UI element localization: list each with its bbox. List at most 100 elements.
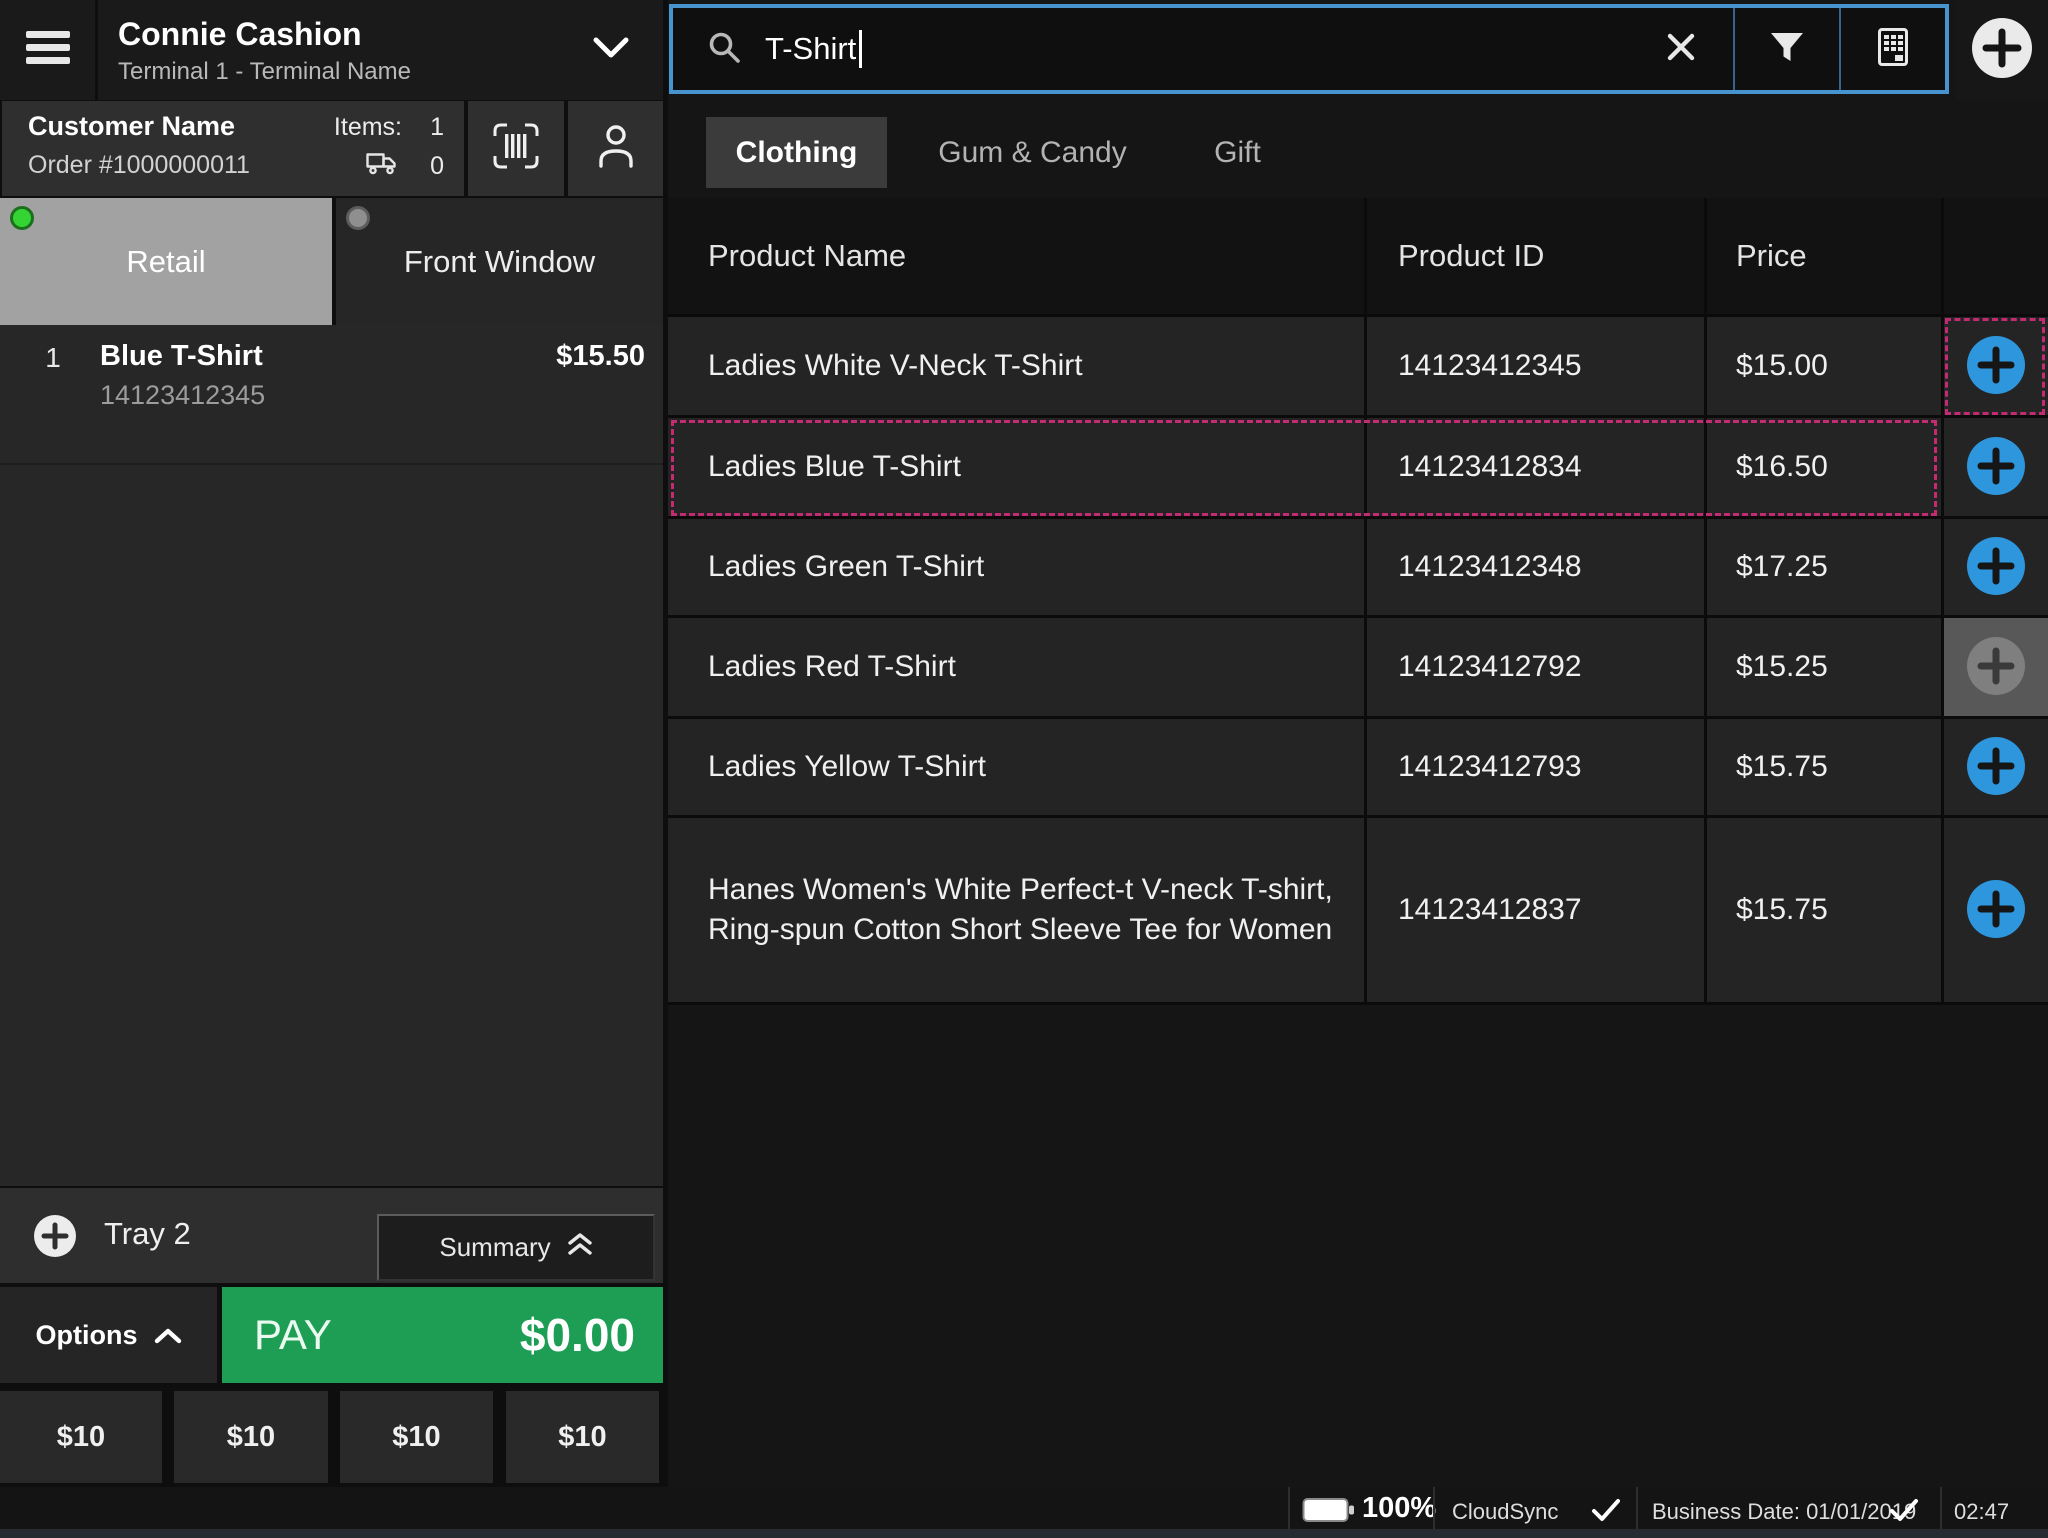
product-search-input[interactable]: T-Shirt <box>669 4 1949 94</box>
quick-cash-button[interactable]: $10 <box>174 1391 328 1483</box>
menu-button[interactable] <box>0 0 98 100</box>
delivery-count: 0 <box>422 152 444 181</box>
battery-percent: 100% <box>1362 1492 1436 1525</box>
keypad-button[interactable] <box>1841 8 1945 90</box>
add-to-order-button[interactable] <box>1965 435 2027 500</box>
tray-tab-front-window[interactable]: Front Window <box>336 198 663 325</box>
product-row[interactable]: Ladies White V-Neck T-Shirt 14123412345 … <box>668 317 2048 418</box>
plus-circle-icon <box>1965 735 2027 800</box>
product-id: 14123412793 <box>1398 719 1698 815</box>
quick-cash-button[interactable]: $10 <box>0 1391 162 1483</box>
tray-tab-label: Retail <box>126 244 205 280</box>
bottom-accent-strip <box>0 1529 2048 1538</box>
double-chevron-up-icon <box>567 1231 593 1264</box>
barcode-scan-button[interactable] <box>468 101 564 196</box>
customer-name: Customer Name <box>28 111 235 142</box>
order-line-sku: 14123412345 <box>100 380 265 411</box>
pay-button[interactable]: PAY $0.00 <box>222 1287 663 1383</box>
product-price: $16.50 <box>1736 418 1926 516</box>
pay-amount: $0.00 <box>520 1308 635 1362</box>
cashier-dropdown-button[interactable] <box>586 30 636 70</box>
product-price: $15.75 <box>1736 719 1926 815</box>
product-name: Hanes Women's White Perfect-t V-neck T-s… <box>708 818 1338 1002</box>
product-id: 14123412834 <box>1398 418 1698 516</box>
product-id: 14123412348 <box>1398 519 1698 615</box>
add-to-order-button[interactable] <box>1965 735 2027 800</box>
category-tab-clothing[interactable]: Clothing <box>706 117 887 188</box>
checkmark-icon <box>1888 1497 1920 1528</box>
plus-circle-icon <box>1965 435 2027 500</box>
status-divider <box>1433 1487 1435 1529</box>
product-row[interactable]: Hanes Women's White Perfect-t V-neck T-s… <box>668 818 2048 1005</box>
product-id: 14123412345 <box>1398 317 1698 415</box>
active-tray-indicator <box>10 206 34 230</box>
order-line[interactable]: 1 Blue T-Shirt 14123412345 $15.50 <box>0 330 663 462</box>
truck-icon <box>366 151 398 182</box>
column-header-product-id: Product ID <box>1398 198 1544 314</box>
pay-label: PAY <box>254 1311 332 1359</box>
product-name: Ladies Yellow T-Shirt <box>708 719 1338 815</box>
customer-tile[interactable]: Customer Name Order #1000000011 Items: 1… <box>2 101 464 196</box>
column-divider <box>1364 198 1367 1005</box>
quick-cash-label: $10 <box>558 1421 606 1454</box>
column-divider <box>1941 198 1944 1005</box>
person-icon <box>596 124 636 173</box>
tray-tab-label: Front Window <box>404 244 595 280</box>
product-row[interactable]: Ladies Green T-Shirt 14123412348 $17.25 <box>668 519 2048 618</box>
quick-cash-button[interactable]: $10 <box>506 1391 659 1483</box>
plus-circle-icon <box>1965 878 2027 943</box>
search-icon <box>707 30 741 69</box>
status-divider <box>1636 1487 1638 1529</box>
status-divider <box>1288 1487 1290 1529</box>
filter-button[interactable] <box>1735 8 1839 90</box>
product-id: 14123412792 <box>1398 618 1698 716</box>
plus-circle-icon <box>1965 334 2027 399</box>
add-tray-button[interactable] <box>32 1213 78 1264</box>
plus-circle-icon <box>1970 16 2034 85</box>
column-header-price: Price <box>1736 198 1807 314</box>
items-count-row: Items: 1 <box>334 113 444 142</box>
order-line-name: Blue T-Shirt <box>100 340 263 373</box>
order-line-qty: 1 <box>36 342 70 374</box>
pos-app: Connie Cashion Terminal 1 - Terminal Nam… <box>0 0 2048 1538</box>
tray-bar: Tray 2 Summary <box>0 1188 663 1283</box>
clear-search-button[interactable] <box>1629 8 1733 90</box>
quick-cash-label: $10 <box>57 1421 105 1454</box>
funnel-icon <box>1769 31 1805 68</box>
product-row[interactable]: Ladies Yellow T-Shirt 14123412793 $15.75 <box>668 719 2048 818</box>
product-name: Ladies Blue T-Shirt <box>708 418 1338 516</box>
summary-button[interactable]: Summary <box>377 1214 655 1281</box>
close-icon <box>1666 32 1696 67</box>
add-to-order-button-pressed[interactable] <box>1965 635 2027 700</box>
product-row[interactable]: Ladies Red T-Shirt 14123412792 $15.25 <box>668 618 2048 719</box>
business-date-label: Business Date: 01/01/2019 <box>1652 1499 1916 1525</box>
quick-cash-button[interactable]: $10 <box>340 1391 493 1483</box>
tray-name: Tray 2 <box>104 1216 191 1252</box>
product-name: Ladies Red T-Shirt <box>708 618 1338 716</box>
category-label: Gum & Candy <box>938 136 1126 170</box>
keypad-icon <box>1878 28 1908 71</box>
product-price: $17.25 <box>1736 519 1926 615</box>
battery-icon <box>1302 1496 1356 1529</box>
plus-circle-icon <box>1965 635 2027 700</box>
order-line-divider <box>0 463 663 465</box>
tray-tab-retail[interactable]: Retail <box>0 198 332 325</box>
category-tab-gum-candy[interactable]: Gum & Candy <box>925 117 1140 188</box>
customer-lookup-button[interactable] <box>568 101 663 196</box>
status-divider <box>1940 1487 1942 1529</box>
add-to-order-button[interactable] <box>1965 334 2027 399</box>
category-tab-gift[interactable]: Gift <box>1175 117 1300 188</box>
plus-circle-icon <box>32 1246 78 1263</box>
options-button[interactable]: Options <box>0 1287 217 1383</box>
add-to-order-button[interactable] <box>1965 535 2027 600</box>
search-value: T-Shirt <box>765 31 856 67</box>
order-line-price: $15.50 <box>556 340 645 373</box>
product-price: $15.75 <box>1736 818 1926 1002</box>
checkmark-icon <box>1590 1497 1622 1528</box>
order-list-panel: 1 Blue T-Shirt 14123412345 $15.50 <box>0 325 663 1186</box>
add-product-button[interactable] <box>1956 0 2048 100</box>
product-row[interactable]: Ladies Blue T-Shirt 14123412834 $16.50 <box>668 418 2048 519</box>
product-price: $15.25 <box>1736 618 1926 716</box>
add-to-order-button[interactable] <box>1965 878 2027 943</box>
cashier-name: Connie Cashion <box>118 16 362 53</box>
